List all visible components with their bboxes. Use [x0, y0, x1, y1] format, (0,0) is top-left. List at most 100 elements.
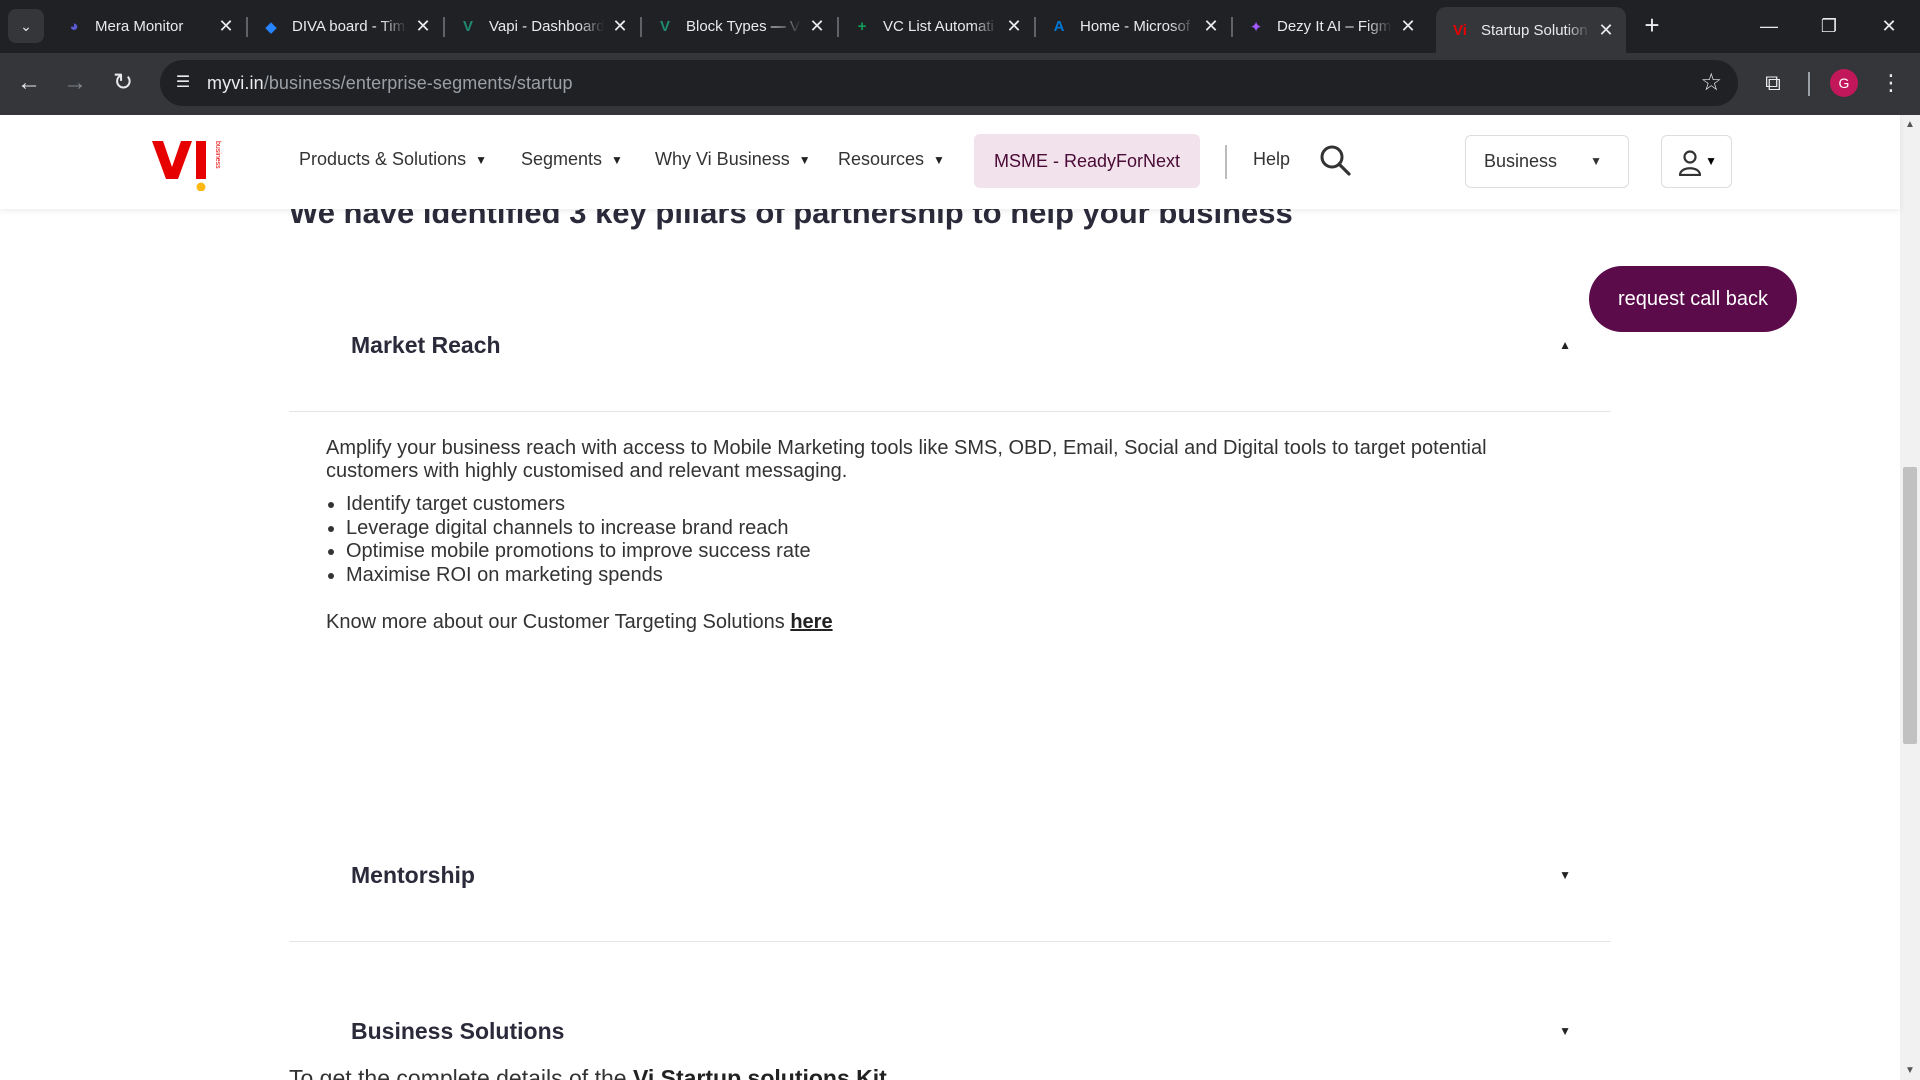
azure-icon: A: [1053, 18, 1065, 35]
tab-title: DIVA board - Tim: [292, 18, 406, 35]
browser-tab[interactable]: Vi Startup Solution ✕: [1436, 7, 1626, 53]
caret-down-icon: ▼: [1559, 868, 1571, 882]
close-tab-icon[interactable]: ✕: [1398, 16, 1418, 37]
restore-icon: ❐: [1820, 16, 1838, 36]
close-tab-icon[interactable]: ✕: [610, 16, 630, 37]
header-divider: [1225, 145, 1227, 179]
arrow-left-icon: ←: [17, 69, 41, 96]
vapi-icon: V: [462, 18, 473, 35]
list-item: Optimise mobile promotions to improve su…: [346, 540, 1576, 564]
address-bar[interactable]: ☰ myvi.in/business/enterprise-segments/s…: [160, 60, 1738, 106]
restore-button[interactable]: ❐: [1809, 10, 1849, 42]
close-icon: ✕: [1881, 16, 1897, 36]
profile-avatar[interactable]: G: [1830, 69, 1858, 97]
close-tab-icon[interactable]: ✕: [1201, 16, 1221, 37]
scroll-down-arrow-icon[interactable]: ▼: [1900, 1065, 1920, 1076]
close-tab-icon[interactable]: ✕: [216, 16, 236, 37]
business-segment-select[interactable]: Business ▼: [1465, 135, 1629, 188]
nav-label: Resources: [838, 149, 925, 169]
site-info-icon[interactable]: ☰: [170, 70, 196, 96]
browser-menu-icon[interactable]: ⋮: [1876, 68, 1906, 98]
tab-title: VC List Automati: [883, 18, 994, 35]
jira-icon: ◆: [265, 18, 277, 36]
browser-tab[interactable]: V Vapi - Dashboard ✕: [444, 7, 642, 46]
close-tab-icon[interactable]: ✕: [1596, 20, 1616, 41]
tab-title: Dezy It AI – Figm: [1277, 18, 1392, 35]
browser-tab[interactable]: V Block Types — V ✕: [641, 7, 839, 46]
browser-tab[interactable]: ◆ DIVA board - Tim ✕: [247, 7, 445, 46]
minimize-icon: —: [1760, 16, 1778, 36]
nav-label: Segments: [521, 149, 603, 169]
list-item: Leverage digital channels to increase br…: [346, 517, 1576, 541]
user-icon: [1678, 150, 1702, 176]
vapi-icon: V: [659, 18, 670, 35]
caret-down-icon: ▼: [1559, 1024, 1571, 1038]
chevron-down-icon: ⌄: [20, 17, 32, 34]
page-scrollbar[interactable]: ▲ ▼: [1900, 115, 1920, 1080]
browser-tab[interactable]: + VC List Automati ✕: [838, 7, 1036, 46]
tab-title: Startup Solution: [1481, 21, 1588, 39]
forward-button[interactable]: →: [59, 67, 91, 99]
browser-tab[interactable]: A Home - Microsof ✕: [1035, 7, 1233, 46]
arrow-right-icon: →: [63, 69, 87, 96]
msme-readyfornext-button[interactable]: MSME - ReadyForNext: [974, 134, 1200, 188]
nav-segments[interactable]: Segments ▼: [521, 149, 623, 170]
nav-label: Why Vi Business: [655, 149, 790, 169]
nav-products-solutions[interactable]: Products & Solutions ▼: [299, 149, 487, 170]
business-select-value: Business: [1484, 151, 1558, 171]
minimize-button[interactable]: —: [1749, 10, 1789, 42]
tab-title: Block Types — V: [686, 18, 800, 35]
back-button[interactable]: ←: [13, 67, 45, 99]
mera-monitor-icon: ◕: [69, 18, 79, 35]
startup-kit-text: To get the complete details of the Vi St…: [289, 1065, 887, 1080]
scrollbar-thumb[interactable]: [1903, 467, 1917, 744]
request-call-back-button[interactable]: request call back: [1589, 266, 1797, 332]
list-item: Maximise ROI on marketing spends: [346, 564, 1576, 588]
accordion-mentorship[interactable]: Mentorship ▼: [289, 785, 1611, 942]
close-window-button[interactable]: ✕: [1869, 10, 1909, 42]
caret-down-icon: ▼: [1705, 154, 1717, 168]
tab-search-button[interactable]: ⌄: [8, 9, 44, 43]
figma-icon: ✦: [1249, 18, 1263, 36]
close-tab-icon[interactable]: ✕: [807, 16, 827, 37]
nav-why-vi-business[interactable]: Why Vi Business ▼: [655, 149, 811, 170]
browser-toolbar: ← → ↻ ☰ myvi.in/business/enterprise-segm…: [0, 53, 1920, 115]
startup-kit-text-plain: To get the complete details of the: [289, 1065, 633, 1080]
nav-resources[interactable]: Resources ▼: [838, 149, 945, 170]
url-text[interactable]: myvi.in/business/enterprise-segments/sta…: [207, 73, 573, 94]
accordion-title: Market Reach: [351, 332, 501, 358]
tab-title: Home - Microsof: [1080, 18, 1191, 35]
bookmark-star-icon[interactable]: ☆: [1700, 69, 1722, 97]
caret-down-icon: ▼: [475, 152, 487, 167]
vi-business-logo[interactable]: business: [150, 135, 230, 191]
plus-icon: +: [1644, 10, 1660, 40]
market-reach-description: Amplify your business reach with access …: [326, 437, 1487, 482]
browser-tab[interactable]: ✦ Dezy It AI – Figm ✕: [1232, 7, 1428, 46]
caret-down-icon: ▼: [933, 152, 945, 167]
new-tab-button[interactable]: +: [1638, 12, 1666, 40]
user-account-button[interactable]: ▼: [1661, 135, 1732, 188]
close-tab-icon[interactable]: ✕: [1004, 16, 1024, 37]
help-link[interactable]: Help: [1253, 149, 1290, 170]
accordion-market-reach[interactable]: Market Reach ▲: [289, 275, 1611, 412]
close-tab-icon[interactable]: ✕: [413, 16, 433, 37]
page-viewport: business Products & Solutions ▼ Segments ▼ W…: [0, 115, 1920, 1080]
extensions-puzzle-icon[interactable]: ⧉: [1758, 68, 1788, 98]
url-host: myvi.in: [207, 73, 264, 93]
market-reach-content: Amplify your business reach with access …: [326, 437, 1576, 634]
customer-targeting-text: Know more about our Customer Targeting S…: [326, 611, 791, 633]
customer-targeting-here-link[interactable]: here: [790, 611, 832, 633]
reload-button[interactable]: ↻: [107, 67, 139, 99]
site-header: business Products & Solutions ▼ Segments ▼ W…: [0, 115, 1900, 209]
tab-title: Vapi - Dashboard: [489, 18, 604, 35]
accordion-title: Mentorship: [351, 862, 475, 888]
scroll-up-arrow-icon[interactable]: ▲: [1900, 119, 1920, 130]
nav-label: Products & Solutions: [299, 149, 467, 169]
browser-tab[interactable]: ◕ Mera Monitor ✕: [50, 7, 248, 46]
accordion-business-solutions[interactable]: Business Solutions ▼: [289, 942, 1611, 1080]
google-sheets-icon: +: [857, 18, 867, 35]
list-item: Identify target customers: [346, 493, 1576, 517]
vi-icon: Vi: [1453, 21, 1467, 39]
search-icon[interactable]: [1318, 143, 1352, 177]
browser-tab-bar: ⌄ ◕ Mera Monitor ✕ ◆ DIVA board - Tim ✕ V Vapi …: [0, 0, 1920, 53]
